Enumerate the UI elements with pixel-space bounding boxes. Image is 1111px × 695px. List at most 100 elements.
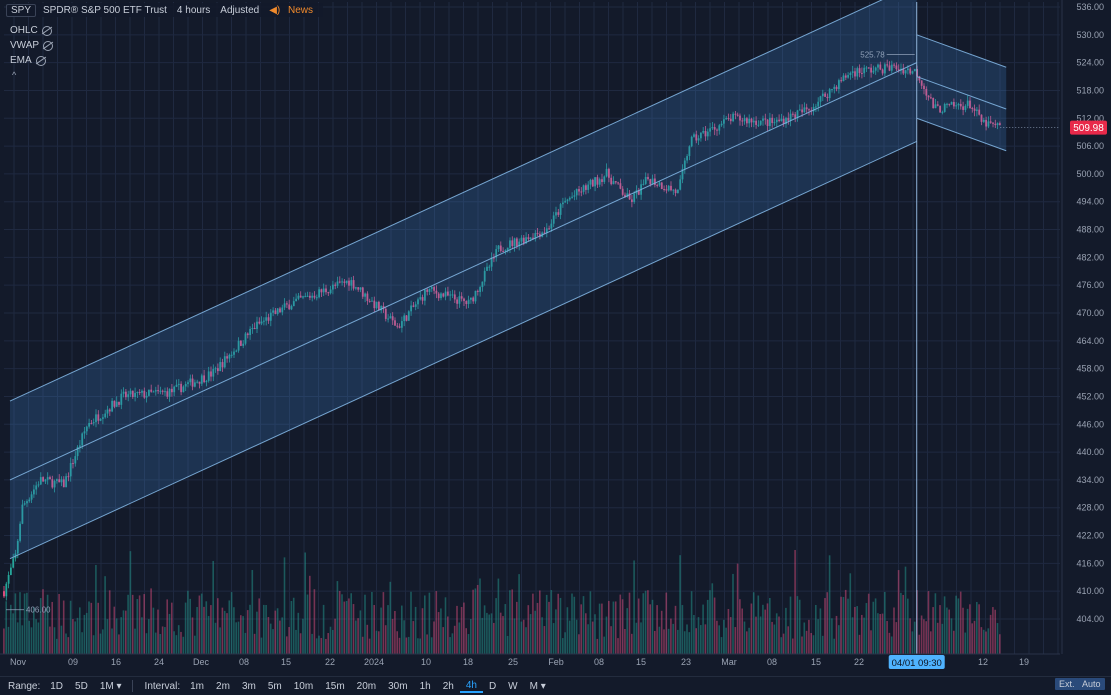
indicator-ema[interactable]: EMA [10,55,46,66]
volume-bar [907,598,909,654]
volume-bar [863,617,865,654]
interval-10m[interactable]: 10m [288,681,319,692]
volume-bar [113,606,116,654]
news-toggle[interactable]: ◀) News [264,4,323,17]
volume-bar [849,573,852,654]
price-tick-label: 488.00 [1076,225,1104,235]
time-tick-label: 08 [767,657,777,667]
volume-bar [874,598,877,654]
interval-label[interactable]: 4 hours [172,4,215,17]
interval-1m[interactable]: 1m [184,681,210,692]
volume-bar [421,608,424,654]
interval-2h[interactable]: 2h [437,681,460,692]
interval-4h[interactable]: 4h [459,680,483,693]
volume-bar [433,621,435,654]
volume-bar [394,611,396,654]
interval-30m[interactable]: 30m [382,681,413,692]
price-tick-label: 506.00 [1076,141,1104,151]
volume-bar [943,596,946,654]
volume-bar [587,624,589,654]
volume-bar [497,578,500,654]
volume-bar [693,614,695,654]
volume-bar [723,619,725,654]
volume-bar [624,629,626,654]
indicator-ohlc[interactable]: OHLC [10,25,52,36]
interval-2m[interactable]: 2m [210,681,236,692]
volume-bar [651,599,654,654]
volume-bar [999,634,1001,654]
volume-bar [844,589,847,654]
volume-bar [150,588,152,654]
volume-bar [251,570,254,654]
volume-bar [706,599,709,654]
indicator-label: EMA [10,55,32,66]
volume-bar [656,605,658,654]
volume-bar [792,638,794,654]
interval-d[interactable]: D [483,681,502,692]
interval-20m[interactable]: 20m [351,681,382,692]
interval-1h[interactable]: 1h [414,681,437,692]
volume-bar [640,622,642,654]
volume-bar [585,613,587,654]
interval-5m[interactable]: 5m [262,681,288,692]
collapse-chevron-icon[interactable]: ^ [12,70,16,80]
symbol-badge[interactable]: SPY [6,3,37,17]
indicator-vwap[interactable]: VWAP [10,40,54,51]
volume-bar [969,604,971,654]
price-tick-label: 494.00 [1076,197,1104,207]
volume-bar [320,637,323,654]
volume-bar [746,631,748,654]
extended-hours-button[interactable]: Ext. [1055,678,1079,690]
volume-bar [171,602,173,654]
hide-icon[interactable] [41,25,52,36]
volume-bar [637,598,640,654]
time-tick-label: 08 [594,657,604,667]
price-tick-label: 500.00 [1076,169,1104,179]
volume-bar [295,629,297,654]
volume-bar [516,601,518,654]
volume-bar [410,591,412,654]
interval-w[interactable]: W [502,681,523,692]
volume-bar [325,638,327,654]
volume-bar [187,590,189,654]
bottom-toolbar: Range: 1D 5D 1M ▾ Interval: 1m 2m 3m 5m … [0,676,1111,695]
hide-icon[interactable] [35,55,46,66]
price-chart[interactable]: 536.00530.00524.00518.00512.00506.00500.… [0,0,1111,694]
volume-bar [994,609,996,654]
volume-bar [789,596,792,654]
interval-15m[interactable]: 15m [319,681,350,692]
range-1m[interactable]: 1M ▾ [94,681,128,692]
adjusted-label[interactable]: Adjusted [215,4,264,17]
candle-body [3,591,5,597]
volume-bar [838,625,840,654]
volume-bar [92,635,95,654]
range-label: Range: [8,680,41,692]
volume-bar [566,607,569,654]
volume-bar [923,619,925,654]
volume-bar [612,601,615,654]
range-1d[interactable]: 1D [44,681,69,692]
volume-bar [520,621,523,654]
volume-bar [283,557,286,654]
volume-bar [481,617,484,654]
volume-bar [762,604,764,654]
range-5d[interactable]: 5D [69,681,94,692]
volume-bar [996,623,999,654]
interval-m[interactable]: M ▾ [524,681,552,692]
volume-bar [511,589,513,654]
volume-bar [711,583,714,654]
hide-icon[interactable] [43,40,54,51]
news-label: News [288,4,314,16]
volume-bar [200,593,203,654]
volume-bar [953,630,955,654]
volume-bar [578,634,580,654]
volume-bar [571,593,573,654]
auto-scale-button[interactable]: Auto [1078,678,1105,690]
volume-bar [877,613,879,654]
volume-bar [966,608,969,654]
volume-bar [851,617,854,654]
time-tick-label: 22 [325,657,335,667]
volume-bar [614,601,617,654]
volume-bar [771,621,773,654]
interval-3m[interactable]: 3m [236,681,262,692]
